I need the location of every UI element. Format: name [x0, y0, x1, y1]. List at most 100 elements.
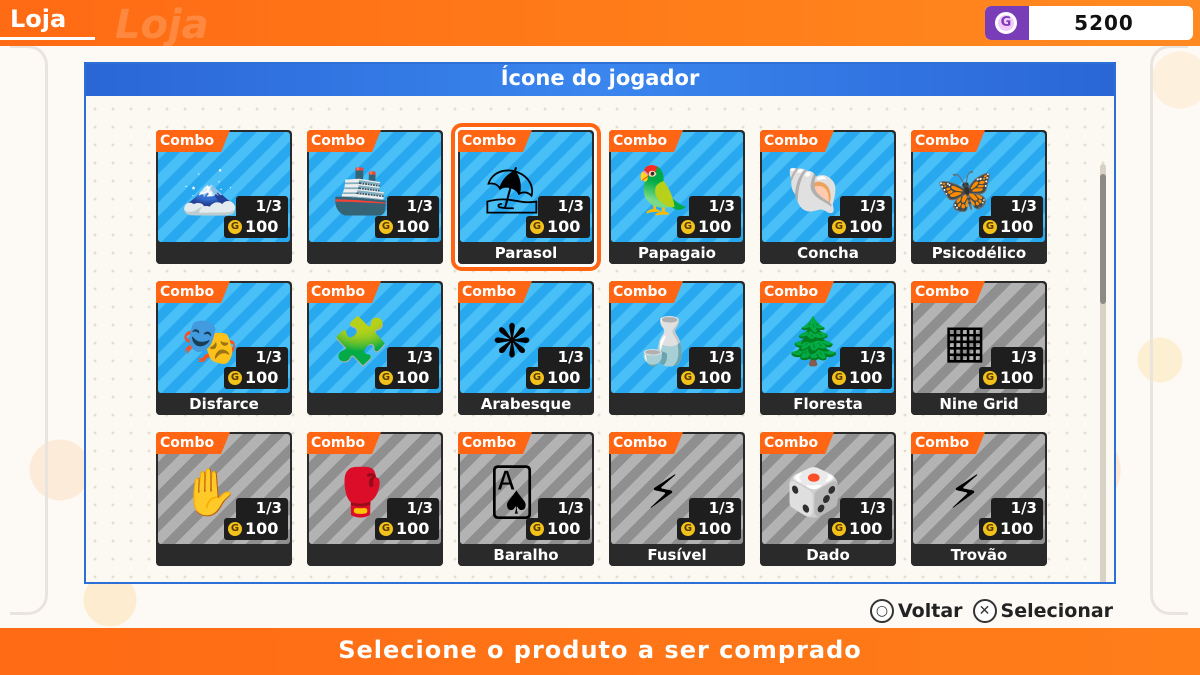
shop-item-tile[interactable]: 🗻 Combo 1/3 G 100: [156, 130, 292, 264]
shop-item-tile[interactable]: 🚢 Combo 1/3 G 100: [307, 130, 443, 264]
item-price: G 100: [677, 216, 741, 238]
item-price: G 100: [828, 367, 892, 389]
next-row-tile-edge: [911, 583, 1047, 584]
shop-item-tile[interactable]: 🦋 Combo 1/3 G 100 Psicodélico: [911, 130, 1047, 264]
price-value: 100: [698, 217, 732, 236]
price-value: 100: [245, 217, 279, 236]
item-price: G 100: [375, 518, 439, 540]
g-coin-icon: G: [681, 371, 695, 385]
g-coin-icon: G: [832, 371, 846, 385]
item-price: G 100: [375, 216, 439, 238]
item-count: 1/3: [991, 196, 1043, 216]
shop-item-tile[interactable]: 🧩 Combo 1/3 G 100: [307, 281, 443, 415]
g-coin-icon: G: [530, 522, 544, 536]
shop-item-tile[interactable]: 🌲 Combo 1/3 G 100 Floresta: [760, 281, 896, 415]
g-coin-icon: G: [228, 522, 242, 536]
header-bar: Loja Loja G 5200: [0, 0, 1200, 48]
scrollbar-thumb[interactable]: [1100, 174, 1106, 304]
combo-tag: Combo: [911, 281, 985, 303]
next-row-tile-edge: [156, 583, 292, 584]
g-coin-icon: G: [379, 522, 393, 536]
item-price: G 100: [375, 367, 439, 389]
item-count: 1/3: [840, 347, 892, 367]
combo-tag: Combo: [307, 130, 381, 152]
item-count: 1/3: [689, 347, 741, 367]
combo-tag: Combo: [609, 432, 683, 454]
next-row-tile-edge: [760, 583, 896, 584]
item-price: G 100: [979, 518, 1043, 540]
item-price: G 100: [224, 518, 288, 540]
shop-item-tile[interactable]: 🂡 Combo 1/3 G 100 Baralho: [458, 432, 594, 566]
shop-item-tile[interactable]: 🍶 Combo 1/3 G 100: [609, 281, 745, 415]
combo-tag: Combo: [307, 432, 381, 454]
panel-header: Ícone do jogador: [86, 64, 1114, 96]
shop-item-tile[interactable]: 🎲 Combo 1/3 G 100 Dado: [760, 432, 896, 566]
combo-tag: Combo: [760, 281, 834, 303]
item-name: Trovão: [911, 544, 1047, 566]
combo-tag: Combo: [609, 281, 683, 303]
price-value: 100: [1000, 217, 1034, 236]
footer-instruction: Selecione o produto a ser comprado: [338, 636, 862, 664]
next-row-tile-edge: [609, 583, 745, 584]
item-count: 1/3: [387, 498, 439, 518]
item-count: 1/3: [991, 347, 1043, 367]
g-coin-icon: G: [530, 371, 544, 385]
combo-tag: Combo: [458, 130, 532, 152]
price-value: 100: [396, 368, 430, 387]
g-coin-icon: G: [832, 522, 846, 536]
price-value: 100: [698, 519, 732, 538]
g-coin-icon: G: [995, 12, 1017, 34]
item-name: [307, 544, 443, 566]
combo-tag: Combo: [911, 130, 985, 152]
next-row-tile-edge: [458, 583, 594, 584]
currency-badge: G: [985, 6, 1029, 40]
g-coin-icon: G: [379, 371, 393, 385]
footer-bar: Selecione o produto a ser comprado: [0, 628, 1200, 675]
shop-item-tile[interactable]: ✋ Combo 1/3 G 100: [156, 432, 292, 566]
g-coin-icon: G: [681, 220, 695, 234]
price-value: 100: [849, 519, 883, 538]
select-hint[interactable]: Selecionar: [1001, 600, 1114, 622]
combo-tag: Combo: [156, 281, 230, 303]
item-name: [156, 544, 292, 566]
item-price: G 100: [828, 518, 892, 540]
item-count: 1/3: [387, 196, 439, 216]
item-name: Papagaio: [609, 242, 745, 264]
shop-item-tile[interactable]: ⛱ Combo 1/3 G 100 Parasol: [451, 123, 601, 271]
price-value: 100: [547, 368, 581, 387]
item-price: G 100: [979, 216, 1043, 238]
item-name: [307, 242, 443, 264]
item-count: 1/3: [689, 498, 741, 518]
item-price: G 100: [224, 216, 288, 238]
page-title: Loja: [10, 5, 67, 33]
combo-tag: Combo: [760, 432, 834, 454]
item-count: 1/3: [991, 498, 1043, 518]
item-price: G 100: [526, 518, 590, 540]
shop-item-tile[interactable]: 🥊 Combo 1/3 G 100: [307, 432, 443, 566]
shop-item-tile[interactable]: ⚡ Combo 1/3 G 100 Trovão: [911, 432, 1047, 566]
shop-item-tile[interactable]: 🎭 Combo 1/3 G 100 Disfarce: [156, 281, 292, 415]
shop-item-tile[interactable]: ❋ Combo 1/3 G 100 Arabesque: [458, 281, 594, 415]
combo-tag: Combo: [911, 432, 985, 454]
item-price: G 100: [224, 367, 288, 389]
price-value: 100: [1000, 519, 1034, 538]
title-underline: [0, 37, 95, 40]
shop-item-tile[interactable]: 🦜 Combo 1/3 G 100 Papagaio: [609, 130, 745, 264]
shop-item-tile[interactable]: 🐚 Combo 1/3 G 100 Concha: [760, 130, 896, 264]
shop-item-tile[interactable]: ⚡ Combo 1/3 G 100 Fusível: [609, 432, 745, 566]
g-coin-icon: G: [379, 220, 393, 234]
shop-item-tile[interactable]: ▦ Combo 1/3 G 100 Nine Grid: [911, 281, 1047, 415]
g-coin-icon: G: [832, 220, 846, 234]
left-frame-decoration: [10, 45, 48, 615]
combo-tag: Combo: [156, 130, 230, 152]
price-value: 100: [1000, 368, 1034, 387]
item-count: 1/3: [689, 196, 741, 216]
back-hint[interactable]: Voltar: [898, 600, 963, 622]
price-value: 100: [396, 217, 430, 236]
price-value: 100: [849, 368, 883, 387]
right-frame-decoration: [1150, 45, 1188, 615]
item-name: Arabesque: [458, 393, 594, 415]
price-value: 100: [547, 217, 581, 236]
g-coin-icon: G: [228, 220, 242, 234]
item-price: G 100: [979, 367, 1043, 389]
